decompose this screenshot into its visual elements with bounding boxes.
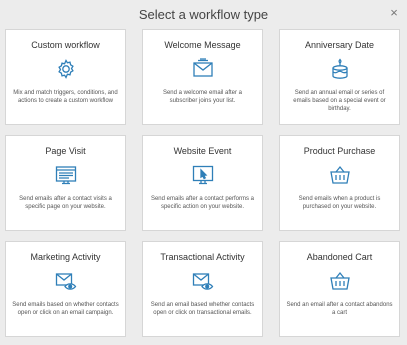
card-title: Website Event (173, 146, 232, 156)
card-description: Send an email after a contact abandons a… (286, 302, 393, 316)
card-abandoned-cart[interactable]: Abandoned Cart Send an email after a con… (279, 241, 400, 337)
webpage-icon (54, 163, 78, 187)
card-marketing-activity[interactable]: Marketing Activity Send emails based on … (5, 241, 126, 337)
close-icon[interactable]: × (387, 6, 401, 20)
card-title: Product Purchase (303, 146, 376, 156)
card-page-visit[interactable]: Page Visit Send emails after a contact v… (5, 135, 126, 231)
envelope-icon (191, 57, 215, 81)
card-description: Send emails based on whether contacts op… (12, 302, 119, 316)
card-description: Mix and match triggers, conditions, and … (13, 90, 118, 104)
card-title: Custom workflow (31, 40, 100, 50)
monitor-cursor-icon (191, 163, 215, 187)
cake-icon (328, 57, 352, 81)
card-title: Marketing Activity (30, 252, 101, 262)
card-description: Send emails when a product is purchased … (298, 196, 381, 210)
card-description: Send emails after a contact visits a spe… (19, 196, 112, 210)
envelope-eye-icon (191, 269, 215, 293)
card-custom-workflow[interactable]: Custom workflow Mix and match triggers, … (5, 29, 126, 125)
card-product-purchase[interactable]: Product Purchase Send emails when a prod… (279, 135, 400, 231)
shopping-basket-icon (328, 163, 352, 187)
modal-header: Select a workflow type × (0, 0, 407, 28)
card-description: Send an email based whether contacts ope… (150, 302, 255, 316)
card-description: Send a welcome email after a subscriber … (162, 90, 243, 104)
gear-icon (54, 57, 78, 81)
card-description: Send emails after a contact performs a s… (150, 196, 255, 210)
shopping-basket-icon (328, 269, 352, 293)
card-anniversary-date[interactable]: Anniversary Date Send an annual email or… (279, 29, 400, 125)
card-title: Anniversary Date (304, 40, 375, 50)
card-description: Send an annual email or series of emails… (293, 90, 386, 112)
card-website-event[interactable]: Website Event Send emails after a contac… (142, 135, 263, 231)
envelope-eye-icon (54, 269, 78, 293)
card-title: Welcome Message (164, 40, 241, 50)
card-transactional-activity[interactable]: Transactional Activity Send an email bas… (142, 241, 263, 337)
card-title: Transactional Activity (160, 252, 245, 262)
card-title: Page Visit (45, 146, 86, 156)
card-welcome-message[interactable]: Welcome Message Send a welcome email aft… (142, 29, 263, 125)
card-title: Abandoned Cart (306, 252, 373, 262)
modal-title: Select a workflow type (138, 7, 269, 22)
